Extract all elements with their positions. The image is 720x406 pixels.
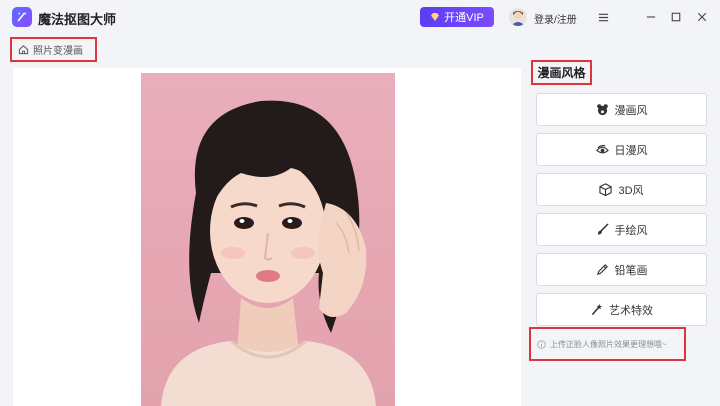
style-panel-title: 漫画风格 [531, 60, 592, 85]
minimize-icon[interactable] [643, 9, 659, 25]
style-button-manga[interactable]: 漫画风 [536, 93, 707, 126]
style-label: 日漫风 [614, 144, 648, 157]
style-label: 铅笔画 [614, 264, 648, 277]
avatar[interactable] [509, 8, 527, 26]
diamond-icon [431, 13, 440, 21]
bear-icon [596, 104, 608, 116]
breadcrumb[interactable]: 照片变漫画 [10, 37, 97, 62]
brush-icon [597, 223, 608, 235]
hint-text: 上传正脸人像照片效果更理想哦~ [550, 339, 667, 349]
style-button-3d[interactable]: 3D风 [536, 173, 707, 206]
magic-wand-icon [592, 303, 602, 315]
portrait-photo [141, 73, 395, 406]
vip-label: 开通VIP [444, 12, 484, 24]
style-label: 3D风 [618, 184, 644, 197]
style-button-pencil[interactable]: 铅笔画 [536, 253, 707, 286]
cube-icon [599, 183, 613, 196]
home-icon [18, 45, 29, 55]
style-button-handdrawn[interactable]: 手绘风 [536, 213, 707, 246]
title-bar: 魔法抠图大师 开通VIP 登录/注册 [0, 0, 720, 34]
login-register-link[interactable]: 登录/注册 [534, 11, 577, 26]
breadcrumb-label: 照片变漫画 [33, 46, 83, 57]
close-icon[interactable] [694, 9, 710, 25]
style-button-japanese[interactable]: 日漫风 [536, 133, 707, 166]
style-label: 漫画风 [614, 104, 648, 117]
style-button-art-effect[interactable]: 艺术特效 [536, 293, 707, 326]
style-label: 艺术特效 [609, 304, 653, 317]
pencil-icon [596, 264, 608, 276]
info-icon [537, 339, 546, 349]
maximize-icon[interactable] [668, 9, 684, 25]
app-title: 魔法抠图大师 [38, 12, 117, 27]
style-label: 手绘风 [614, 224, 648, 237]
menu-icon[interactable] [595, 9, 611, 25]
eye-swirl-icon [595, 144, 609, 154]
open-vip-button[interactable]: 开通VIP [420, 7, 494, 27]
app-logo-icon [12, 7, 32, 27]
upload-hint: 上传正脸人像照片效果更理想哦~ [529, 327, 686, 361]
